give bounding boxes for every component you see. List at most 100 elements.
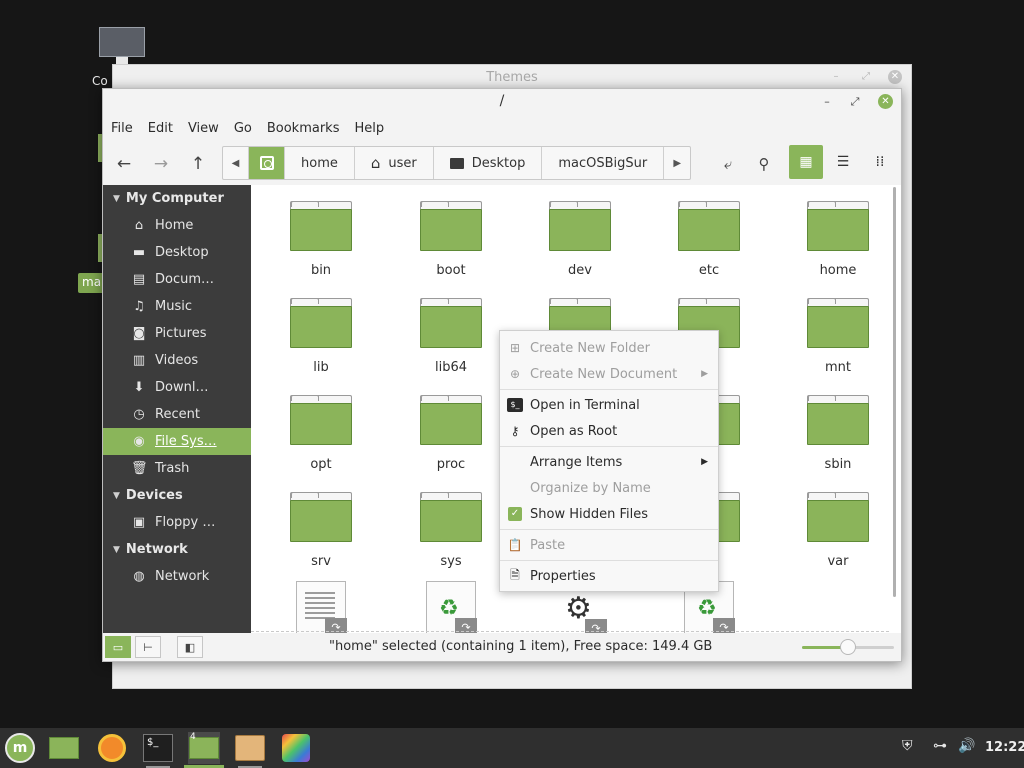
breadcrumb-scroll-left[interactable]: ◀ bbox=[223, 147, 249, 179]
breadcrumb-macosbigsur[interactable]: macOSBigSur bbox=[542, 147, 665, 179]
breadcrumb-home[interactable]: home bbox=[285, 147, 355, 179]
folder-item[interactable]: srv bbox=[271, 492, 371, 569]
start-menu-button[interactable]: m bbox=[4, 732, 36, 764]
folder-item[interactable]: dev bbox=[530, 201, 630, 278]
taskbar-files-launcher[interactable] bbox=[48, 732, 80, 764]
compact-view-button[interactable]: ⁞⁞ bbox=[863, 145, 897, 179]
breadcrumb-user[interactable]: ⌂ user bbox=[355, 147, 434, 179]
folder-item[interactable]: lib bbox=[271, 298, 371, 375]
volume-icon[interactable]: 🔊 bbox=[958, 738, 975, 754]
paste-icon: 📋 bbox=[507, 538, 523, 552]
sidebar-item-floppy[interactable]: ▣ Floppy … bbox=[103, 509, 251, 536]
folder-name: proc bbox=[436, 457, 466, 472]
sidebar-item-home[interactable]: ⌂ Home bbox=[103, 212, 251, 239]
menu-item-open-as-root[interactable]: ⚷ Open as Root bbox=[500, 418, 718, 444]
folder-name: boot bbox=[436, 263, 466, 278]
taskbar-files-window[interactable]: 4 bbox=[184, 732, 224, 768]
hide-sidebar-button[interactable]: ◧ bbox=[177, 636, 203, 658]
sidebar-item-filesystem[interactable]: ◉ File Sys… bbox=[103, 428, 251, 455]
desktop-selected-label[interactable]: ma bbox=[78, 273, 104, 293]
minimize-icon[interactable]: – bbox=[829, 70, 843, 84]
up-button[interactable]: ↑ bbox=[183, 149, 213, 179]
menu-item-create-new-document[interactable]: ⊕ Create New Document ▶ bbox=[500, 361, 718, 387]
folder-item[interactable]: boot bbox=[401, 201, 501, 278]
sidebar-section-network[interactable]: ▼ Network bbox=[103, 536, 251, 563]
show-places-button[interactable]: ▭ bbox=[105, 636, 131, 658]
sidebar-item-recent[interactable]: ◷ Recent bbox=[103, 401, 251, 428]
close-button[interactable]: ✕ bbox=[878, 94, 893, 109]
sidebar-item-videos[interactable]: ▥ Videos bbox=[103, 347, 251, 374]
taskbar-firefox-launcher[interactable] bbox=[96, 732, 128, 764]
scrollbar-thumb[interactable] bbox=[893, 187, 896, 597]
folder-item[interactable]: proc bbox=[401, 395, 501, 472]
menu-item-properties[interactable]: 🗎 Properties bbox=[500, 563, 718, 589]
folder-item[interactable]: opt bbox=[271, 395, 371, 472]
network-icon[interactable]: ⊶ bbox=[933, 738, 947, 754]
menu-edit[interactable]: Edit bbox=[148, 121, 173, 136]
desktop-icon-label[interactable]: Co bbox=[92, 74, 108, 88]
sidebar-section-devices[interactable]: ▼ Devices bbox=[103, 482, 251, 509]
folder-item[interactable]: home bbox=[788, 201, 888, 278]
taskbar-archive-window[interactable] bbox=[234, 732, 266, 768]
breadcrumb-desktop[interactable]: Desktop bbox=[434, 147, 543, 179]
breadcrumb-root[interactable] bbox=[249, 147, 285, 179]
back-button[interactable]: ← bbox=[109, 149, 139, 179]
sidebar-item-downloads[interactable]: ⬇ Downl… bbox=[103, 374, 251, 401]
menu-file[interactable]: File bbox=[111, 121, 133, 136]
sidebar-item-desktop[interactable]: ▬ Desktop bbox=[103, 239, 251, 266]
taskbar-drawing-launcher[interactable] bbox=[280, 732, 312, 764]
trash-icon: 🗑 bbox=[131, 461, 148, 476]
folder-item[interactable]: etc bbox=[659, 201, 759, 278]
folder-item[interactable]: sbin bbox=[788, 395, 888, 472]
menu-item-paste[interactable]: 📋 Paste bbox=[500, 532, 718, 558]
sidebar-item-network[interactable]: ◍ Network bbox=[103, 563, 251, 590]
folder-icon bbox=[290, 298, 352, 348]
desktop-computer-icon[interactable] bbox=[99, 27, 145, 57]
toggle-location-button[interactable]: ⤶ bbox=[713, 149, 743, 179]
menu-item-organize-by-name[interactable]: Organize by Name bbox=[500, 475, 718, 501]
folder-item[interactable]: sys bbox=[401, 492, 501, 569]
icon-view-button[interactable]: ▦ bbox=[789, 145, 823, 179]
menu-separator bbox=[500, 389, 718, 390]
folder-item[interactable]: bin bbox=[271, 201, 371, 278]
sidebar-section-my-computer[interactable]: ▼ My Computer bbox=[103, 185, 251, 212]
folder-item[interactable]: lib64 bbox=[401, 298, 501, 375]
menu-help[interactable]: Help bbox=[354, 121, 384, 136]
expander-icon: ▼ bbox=[113, 490, 120, 501]
window-titlebar[interactable]: / – ⤢ ✕ bbox=[103, 89, 901, 115]
sidebar-item-trash[interactable]: 🗑 Trash bbox=[103, 455, 251, 482]
menu-item-arrange-items[interactable]: Arrange Items ▶ bbox=[500, 449, 718, 475]
drawing-app-icon bbox=[282, 734, 310, 762]
zoom-slider[interactable] bbox=[802, 639, 894, 655]
sidebar-item-pictures[interactable]: ◙ Pictures bbox=[103, 320, 251, 347]
menu-item-open-in-terminal[interactable]: $_ Open in Terminal bbox=[500, 392, 718, 418]
search-icon: ⚲ bbox=[758, 155, 770, 173]
menu-item-create-new-folder[interactable]: ⊞ Create New Folder bbox=[500, 335, 718, 361]
taskbar-terminal-launcher[interactable]: $_ bbox=[142, 732, 174, 768]
file-item[interactable]: ↷ bbox=[271, 581, 371, 633]
menu-go[interactable]: Go bbox=[234, 121, 252, 136]
list-view-button[interactable]: ☰ bbox=[826, 145, 860, 179]
menu-item-show-hidden-files[interactable]: ✓ Show Hidden Files bbox=[500, 501, 718, 527]
vertical-scrollbar[interactable] bbox=[889, 185, 901, 633]
sidebar-item-documents[interactable]: ▤ Docum… bbox=[103, 266, 251, 293]
folder-item[interactable]: mnt bbox=[788, 298, 888, 375]
close-icon[interactable]: ✕ bbox=[888, 70, 902, 84]
minimize-button[interactable]: – bbox=[819, 94, 835, 110]
forward-button[interactable]: → bbox=[146, 149, 176, 179]
maximize-button[interactable]: ⤢ bbox=[847, 94, 863, 110]
maximize-icon[interactable]: ⤢ bbox=[859, 70, 873, 84]
folder-item[interactable]: var bbox=[788, 492, 888, 569]
menu-bookmarks[interactable]: Bookmarks bbox=[267, 121, 340, 136]
search-button[interactable]: ⚲ bbox=[749, 149, 779, 179]
sidebar-item-music[interactable]: ♫ Music bbox=[103, 293, 251, 320]
breadcrumb-scroll-right[interactable]: ▶ bbox=[664, 147, 690, 179]
show-tree-button[interactable]: ⊢ bbox=[135, 636, 161, 658]
zoom-slider-handle[interactable] bbox=[840, 639, 856, 655]
menu-view[interactable]: View bbox=[188, 121, 219, 136]
shield-icon[interactable]: ⛨ bbox=[902, 738, 913, 754]
clock[interactable]: 12:22 bbox=[985, 740, 1024, 755]
file-item[interactable]: ♻ ↷ bbox=[401, 581, 501, 633]
folder-icon bbox=[807, 492, 869, 542]
folder-name: lib bbox=[313, 360, 329, 375]
